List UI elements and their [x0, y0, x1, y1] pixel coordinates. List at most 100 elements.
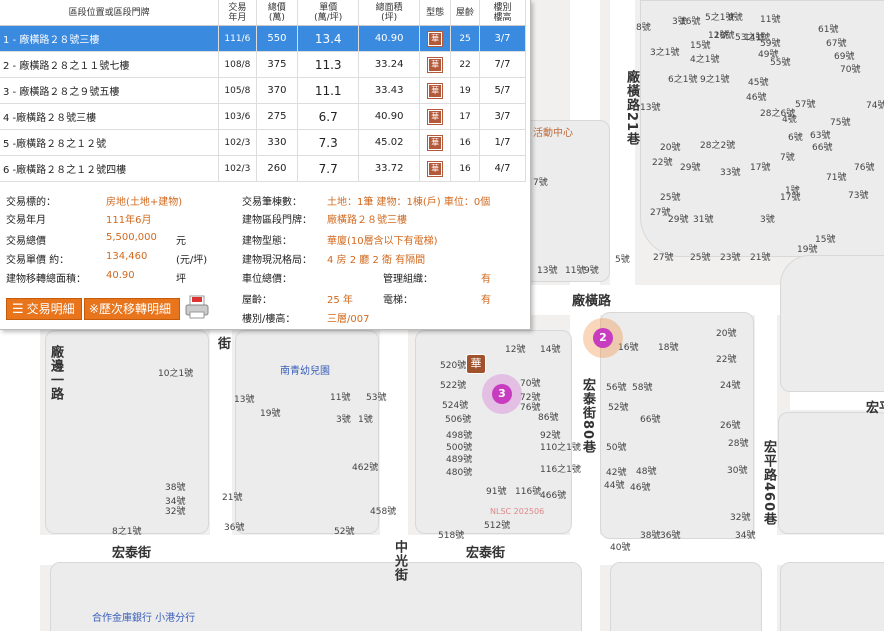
detail-layout: 4 房 2 廳 2 衛 有隔間 [327, 255, 426, 266]
house-number: 12號 [505, 345, 526, 355]
house-number: 86號 [538, 413, 559, 423]
house-number: 32號 [165, 507, 186, 517]
detail-ym-label: 交易年月 [6, 215, 46, 226]
road-label-hongping: 宏平 [866, 401, 884, 416]
cell-total: 370 [256, 77, 299, 104]
cell-unit: 7.3 [297, 129, 360, 156]
house-number: 29號 [680, 163, 701, 173]
detail-unit-unit: (元/坪) [176, 255, 208, 266]
house-number: 110之1號 [540, 443, 581, 453]
poi-activity-center[interactable]: 活動中心 [533, 124, 573, 139]
table-row[interactable]: 5 -廠橫路２８之１２號 102/3 330 7.3 45.02 華 16 1/7 [0, 129, 527, 156]
road-label-hongtai-east: 宏泰街 [466, 546, 506, 561]
table-row[interactable]: 3 - 廠橫路２８之９號五樓 105/8 370 11.1 33.43 華 19 5/7 [0, 77, 527, 104]
detail-area-label: 建物移轉總面積： [6, 274, 86, 285]
house-number: 44號 [604, 481, 625, 491]
table-row[interactable]: 1 - 廠橫路２８號三樓 111/6 550 13.4 40.90 華 25 3/7 [0, 25, 527, 52]
detail-addr-label: 建物區段門牌： [242, 215, 312, 226]
house-number: 524號 [442, 401, 469, 411]
cell-ym: 111/6 [218, 25, 257, 52]
house-number: 38號 [640, 531, 661, 541]
cell-type: 華 [419, 51, 452, 78]
cell-area: 40.90 [358, 103, 421, 130]
house-number: 63號 [810, 131, 831, 141]
cell-age: 22 [450, 51, 480, 78]
house-number: 3之1號 [650, 48, 680, 58]
house-number: 8之1號 [112, 527, 142, 537]
cell-total: 260 [256, 155, 299, 182]
detail-total-unit: 元 [176, 236, 186, 247]
house-number: 36號 [224, 523, 245, 533]
detail-btype: 華廈(10層含以下有電梯) [327, 236, 438, 247]
cell-ym: 102/3 [218, 129, 257, 156]
house-number: 67號 [826, 39, 847, 49]
detail-btype-label: 建物型態： [242, 236, 292, 247]
building-type-icon: 華 [427, 160, 444, 177]
table-row[interactable]: 6 -廠橫路２８之１２號四樓 102/3 260 7.7 33.72 華 16 4/7 [0, 155, 527, 182]
house-number: 24號 [720, 381, 741, 391]
block [778, 412, 884, 534]
house-number: 40號 [610, 543, 631, 553]
house-number: 34號 [735, 531, 756, 541]
table-row[interactable]: 2 - 廠橫路２８之１１號七樓 108/8 375 11.3 33.24 華 22 7/7 [0, 51, 527, 78]
poi-bank[interactable]: 合作金庫銀行 小港分行 [92, 609, 195, 624]
building-type-icon: 華 [427, 56, 444, 73]
transfer-history-button[interactable]: ※歷次移轉明細 [84, 298, 180, 320]
house-number: 3號 [336, 415, 351, 425]
house-number: 66號 [640, 415, 661, 425]
map-watermark: NLSC 202506 [490, 507, 545, 516]
house-number: 30號 [727, 466, 748, 476]
transaction-detail-button[interactable]: ☰ 交易明細 [6, 298, 82, 320]
transaction-panel: 區段位置或區段門牌 交易 年月 總價 (萬) 單價 (萬/坪) 總面積 (坪) … [0, 0, 531, 330]
house-number: 46號 [746, 93, 767, 103]
cell-type: 華 [419, 77, 452, 104]
cell-addr: 5 -廠橫路２８之１２號 [0, 129, 220, 156]
cell-ym: 108/8 [218, 51, 257, 78]
house-number: 18號 [714, 31, 735, 41]
house-number: 73號 [848, 191, 869, 201]
house-number: 116之1號 [540, 465, 581, 475]
building-type-marker[interactable]: 華 [466, 354, 486, 374]
pdf-print-icon[interactable] [184, 294, 210, 320]
col-header-unit: 單價 (萬/坪) [297, 0, 360, 26]
house-number: 518號 [438, 531, 465, 541]
house-number: 3號 [760, 215, 775, 225]
cell-ym: 102/3 [218, 155, 257, 182]
house-number: 31號 [693, 215, 714, 225]
house-number: 61號 [818, 25, 839, 35]
house-number: 7號 [780, 153, 795, 163]
poi-kindergarten[interactable]: 南青幼兒園 [280, 362, 330, 377]
house-number: 13號 [640, 103, 661, 113]
house-number: 50號 [606, 443, 627, 453]
house-number: 15號 [690, 41, 711, 51]
cell-total: 330 [256, 129, 299, 156]
cell-floor: 4/7 [479, 155, 527, 182]
detail-count: 土地：1筆 建物：1棟(戶) 車位：0個 [327, 197, 491, 208]
house-number: 36號 [660, 531, 681, 541]
house-number: 480號 [446, 468, 473, 478]
table-row[interactable]: 4 -廠橫路２８號三樓 103/6 275 6.7 40.90 華 17 3/7 [0, 103, 527, 130]
house-number: 21號 [222, 493, 243, 503]
house-number: 29號 [668, 215, 689, 225]
house-number: 19號 [260, 409, 281, 419]
house-number: 9號 [584, 266, 599, 276]
list-icon: ☰ [12, 302, 24, 317]
house-number: 9號 [728, 13, 743, 23]
cell-floor: 3/7 [479, 103, 527, 130]
detail-total-label: 交易總價 [6, 236, 46, 247]
building-type-icon: 華 [427, 108, 444, 125]
house-number: 22號 [716, 355, 737, 365]
house-number: 69號 [834, 52, 855, 62]
house-number: 11號 [760, 15, 781, 25]
house-number: 57號 [795, 100, 816, 110]
block [610, 562, 762, 631]
house-number: 42號 [606, 468, 627, 478]
cluster-marker-3[interactable]: 3 [492, 384, 512, 404]
cell-unit: 11.3 [297, 51, 360, 78]
col-header-total: 總價 (萬) [256, 0, 299, 26]
house-number: 20號 [716, 329, 737, 339]
house-number: 22號 [652, 158, 673, 168]
cluster-marker-2[interactable]: 2 [593, 328, 613, 348]
detail-elev: 有 [481, 295, 491, 306]
house-number: 38號 [165, 483, 186, 493]
